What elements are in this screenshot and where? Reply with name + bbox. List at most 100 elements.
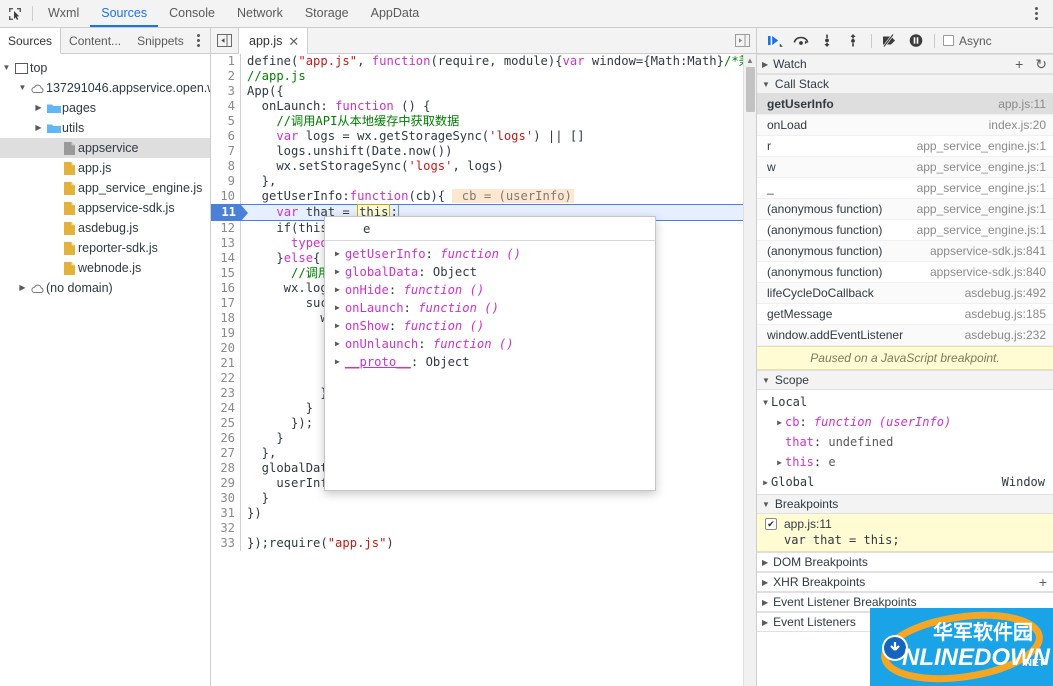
scroll-up-arrow-icon[interactable]: ▲ bbox=[744, 54, 756, 66]
line-number[interactable]: 3 bbox=[211, 84, 241, 99]
line-number[interactable]: 10 bbox=[211, 189, 241, 204]
close-icon[interactable]: ✕ bbox=[288, 35, 299, 48]
line-number[interactable]: 9 bbox=[211, 174, 241, 189]
call-stack-frame[interactable]: _app_service_engine.js:1 bbox=[757, 178, 1053, 199]
autocomplete-item-onshow[interactable]: ▶onShow: function () bbox=[325, 317, 655, 335]
line-number[interactable]: 1 bbox=[211, 54, 241, 69]
scope-row-this[interactable]: ▶this: e bbox=[757, 452, 1053, 472]
refresh-watch-icon[interactable]: ↻ bbox=[1035, 56, 1047, 73]
autocomplete-item-onhide[interactable]: ▶onHide: function () bbox=[325, 281, 655, 299]
tree-item-appservice[interactable]: appservice bbox=[0, 138, 210, 158]
call-stack-frame[interactable]: window.addEventListenerasdebug.js:232 bbox=[757, 325, 1053, 346]
chevron-down-icon[interactable]: ▼ bbox=[16, 84, 29, 92]
tree-item-utils[interactable]: ▶utils bbox=[0, 118, 210, 138]
line-number[interactable]: 13 bbox=[211, 236, 241, 251]
chevron-right-icon[interactable]: ▶ bbox=[335, 263, 340, 281]
line-number[interactable]: 33 bbox=[211, 536, 241, 551]
section-header-event-listeners[interactable]: ▶Event Listeners bbox=[757, 612, 1053, 632]
line-number[interactable]: 29 bbox=[211, 476, 241, 491]
nav-tab-content-scripts[interactable]: Content... bbox=[61, 28, 129, 53]
tree-item-app-js[interactable]: app.js bbox=[0, 158, 210, 178]
section-header-breakpoints[interactable]: ▼ Breakpoints bbox=[757, 494, 1053, 514]
chevron-right-icon[interactable]: ▶ bbox=[32, 104, 45, 112]
code-vertical-scrollbar[interactable]: ▲ bbox=[743, 54, 756, 686]
code-line-31[interactable]: 31}) bbox=[211, 506, 756, 521]
inspect-element-icon[interactable] bbox=[0, 0, 30, 27]
chevron-right-icon[interactable]: ▶ bbox=[335, 317, 340, 335]
chevron-right-icon[interactable]: ▶ bbox=[335, 245, 340, 263]
chevron-right-icon[interactable]: ▶ bbox=[16, 284, 29, 292]
autocomplete-item-onunlaunch[interactable]: ▶onUnlaunch: function () bbox=[325, 335, 655, 353]
line-number[interactable]: 11 bbox=[211, 205, 241, 220]
deactivate-breakpoints-icon[interactable] bbox=[878, 29, 902, 53]
step-out-icon[interactable] bbox=[841, 29, 865, 53]
chevron-right-icon[interactable]: ▶ bbox=[335, 335, 340, 353]
code-line-5[interactable]: 5 //调用API从本地缓存中获取数据 bbox=[211, 114, 756, 129]
line-number[interactable]: 25 bbox=[211, 416, 241, 431]
chevron-right-icon[interactable]: ▶ bbox=[760, 478, 771, 487]
chevron-right-icon[interactable]: ▶ bbox=[774, 418, 785, 427]
line-number[interactable]: 5 bbox=[211, 114, 241, 129]
chevron-right-icon[interactable]: ▶ bbox=[335, 281, 340, 299]
tree-item-reporter-sdk-js[interactable]: reporter-sdk.js bbox=[0, 238, 210, 258]
add-xhr-breakpoint-icon[interactable]: + bbox=[1039, 574, 1047, 590]
call-stack-frame[interactable]: (anonymous function)appservice-sdk.js:84… bbox=[757, 262, 1053, 283]
line-number[interactable]: 16 bbox=[211, 281, 241, 296]
line-number[interactable]: 22 bbox=[211, 371, 241, 386]
code-line-9[interactable]: 9 }, bbox=[211, 174, 756, 189]
line-number[interactable]: 8 bbox=[211, 159, 241, 174]
call-stack-frame[interactable]: (anonymous function)app_service_engine.j… bbox=[757, 220, 1053, 241]
section-header-dom-breakpoints[interactable]: ▶DOM Breakpoints bbox=[757, 552, 1053, 572]
code-line-8[interactable]: 8 wx.setStorageSync('logs', logs) bbox=[211, 159, 756, 174]
line-number[interactable]: 21 bbox=[211, 356, 241, 371]
call-stack-frame[interactable]: getMessageasdebug.js:185 bbox=[757, 304, 1053, 325]
line-number[interactable]: 23 bbox=[211, 386, 241, 401]
nav-tab-snippets[interactable]: Snippets bbox=[129, 28, 192, 53]
code-line-7[interactable]: 7 logs.unshift(Date.now()) bbox=[211, 144, 756, 159]
section-header-event-listener-breakpoints[interactable]: ▶Event Listener Breakpoints bbox=[757, 592, 1053, 612]
line-number[interactable]: 2 bbox=[211, 69, 241, 84]
autocomplete-item-onlaunch[interactable]: ▶onLaunch: function () bbox=[325, 299, 655, 317]
code-line-33[interactable]: 33});require("app.js") bbox=[211, 536, 756, 551]
tab-appdata[interactable]: AppData bbox=[360, 0, 431, 27]
code-line-32[interactable]: 32 bbox=[211, 521, 756, 536]
breakpoint-checkbox[interactable]: ✔ bbox=[765, 518, 777, 530]
breakpoint-item[interactable]: ✔app.js:11var that = this; bbox=[757, 514, 1053, 552]
call-stack-frame[interactable]: (anonymous function)app_service_engine.j… bbox=[757, 199, 1053, 220]
code-line-6[interactable]: 6 var logs = wx.getStorageSync('logs') |… bbox=[211, 129, 756, 144]
code-line-10[interactable]: 10 getUserInfo:function(cb){ cb = (userI… bbox=[211, 189, 756, 204]
code-editor[interactable]: 1define("app.js", function(require, modu… bbox=[211, 54, 756, 686]
chevron-right-icon[interactable]: ▶ bbox=[32, 124, 45, 132]
tree-item-137291046-appservice-open-we[interactable]: ▼137291046.appservice.open.we bbox=[0, 78, 210, 98]
step-over-icon[interactable] bbox=[789, 29, 813, 53]
code-line-3[interactable]: 3App({ bbox=[211, 84, 756, 99]
line-number[interactable]: 26 bbox=[211, 431, 241, 446]
line-number[interactable]: 31 bbox=[211, 506, 241, 521]
call-stack-frame[interactable]: onLoadindex.js:20 bbox=[757, 115, 1053, 136]
code-line-2[interactable]: 2//app.js bbox=[211, 69, 756, 84]
line-number[interactable]: 30 bbox=[211, 491, 241, 506]
line-number[interactable]: 15 bbox=[211, 266, 241, 281]
resume-script-execution-icon[interactable] bbox=[763, 29, 787, 53]
chevron-right-icon[interactable]: ▶ bbox=[335, 353, 340, 371]
tree-item--no-domain-[interactable]: ▶(no domain) bbox=[0, 278, 210, 298]
toggle-debugger-icon[interactable] bbox=[728, 28, 756, 53]
autocomplete-item--proto-[interactable]: ▶__proto__: Object bbox=[325, 353, 655, 371]
line-number[interactable]: 6 bbox=[211, 129, 241, 144]
section-header-xhr-breakpoints[interactable]: ▶XHR Breakpoints+ bbox=[757, 572, 1053, 592]
add-watch-icon[interactable]: + bbox=[1015, 56, 1023, 72]
async-checkbox-box[interactable] bbox=[943, 35, 954, 46]
tree-item-pages[interactable]: ▶pages bbox=[0, 98, 210, 118]
tree-item-app-service-engine-js[interactable]: app_service_engine.js bbox=[0, 178, 210, 198]
line-number[interactable]: 14 bbox=[211, 251, 241, 266]
scope-row-cb[interactable]: ▶cb: function (userInfo) bbox=[757, 412, 1053, 432]
tree-item-webnode-js[interactable]: webnode.js bbox=[0, 258, 210, 278]
line-number[interactable]: 24 bbox=[211, 401, 241, 416]
section-header-watch[interactable]: ▶ Watch + ↻ bbox=[757, 54, 1053, 74]
line-number[interactable]: 19 bbox=[211, 326, 241, 341]
autocomplete-item-getuserinfo[interactable]: ▶getUserInfo: function () bbox=[325, 245, 655, 263]
section-header-call-stack[interactable]: ▼ Call Stack bbox=[757, 74, 1053, 94]
tab-network[interactable]: Network bbox=[226, 0, 294, 27]
scrollbar-thumb[interactable] bbox=[746, 67, 755, 112]
async-checkbox[interactable]: Async bbox=[943, 34, 992, 48]
